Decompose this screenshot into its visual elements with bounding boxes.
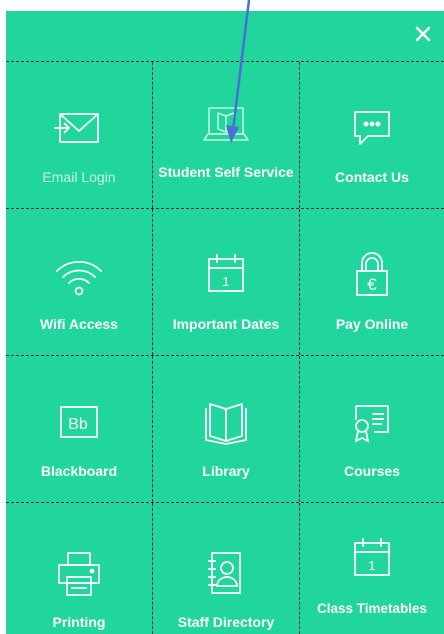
tile-label: Courses: [343, 463, 401, 479]
calendar-icon: 1: [200, 249, 252, 301]
tile-label: Email Login: [42, 169, 116, 185]
important-dates-tile[interactable]: 1 Important Dates: [153, 209, 300, 355]
library-tile[interactable]: Library: [153, 356, 300, 502]
grid-row: Printing Staff Directory 1 Class Timetab…: [6, 503, 444, 634]
close-icon: [415, 26, 431, 42]
links-grid: Email Login Student Self Service Contact…: [6, 61, 444, 634]
tile-label: Wifi Access: [40, 316, 118, 332]
tile-label: Staff Directory: [177, 614, 275, 630]
tile-label: Contact Us: [335, 169, 409, 185]
printing-tile[interactable]: Printing: [6, 503, 153, 634]
staff-directory-tile[interactable]: Staff Directory: [153, 503, 300, 634]
wifi-icon: [53, 249, 105, 301]
grid-row: Email Login Student Self Service Contact…: [6, 62, 444, 209]
grid-row: Wifi Access 1 Important Dates € Pay Onli…: [6, 209, 444, 356]
tile-label: Blackboard: [40, 463, 118, 479]
tile-label: Student Self Service: [158, 164, 294, 180]
certificate-icon: [346, 396, 398, 448]
printer-icon: [53, 549, 105, 601]
book-icon: [200, 396, 252, 448]
courses-tile[interactable]: Courses: [300, 356, 444, 502]
tile-label: Important Dates: [172, 316, 280, 332]
class-timetables-tile[interactable]: 1 Class Timetables: [300, 503, 444, 634]
email-login-tile[interactable]: Email Login: [6, 62, 153, 208]
tile-label: Printing: [52, 614, 106, 630]
calendar-day-text: 1: [368, 558, 375, 573]
blackboard-tile[interactable]: Bb Blackboard: [6, 356, 153, 502]
contact-us-tile[interactable]: Contact Us: [300, 62, 444, 208]
close-button[interactable]: [410, 21, 436, 47]
padlock-euro-icon: €: [346, 249, 398, 301]
address-book-icon: [200, 549, 252, 601]
speech-bubble-icon: [346, 102, 398, 154]
blackboard-logo-text: Bb: [68, 416, 88, 433]
pay-online-tile[interactable]: € Pay Online: [300, 209, 444, 355]
tile-label: Pay Online: [335, 316, 409, 332]
wifi-access-tile[interactable]: Wifi Access: [6, 209, 153, 355]
envelope-icon: [53, 102, 105, 154]
currency-symbol-text: €: [367, 275, 377, 294]
grid-row: Bb Blackboard Library Courses: [6, 356, 444, 503]
tile-label: Class Timetables: [316, 601, 428, 616]
laptop-book-icon: [200, 102, 252, 154]
tile-label: Library: [202, 463, 250, 479]
quick-links-menu: Email Login Student Self Service Contact…: [6, 11, 444, 634]
blackboard-icon: Bb: [53, 396, 105, 448]
calendar-day-text: 1: [222, 274, 229, 289]
calendar-icon: 1: [346, 533, 398, 585]
student-self-service-tile[interactable]: Student Self Service: [153, 62, 300, 208]
